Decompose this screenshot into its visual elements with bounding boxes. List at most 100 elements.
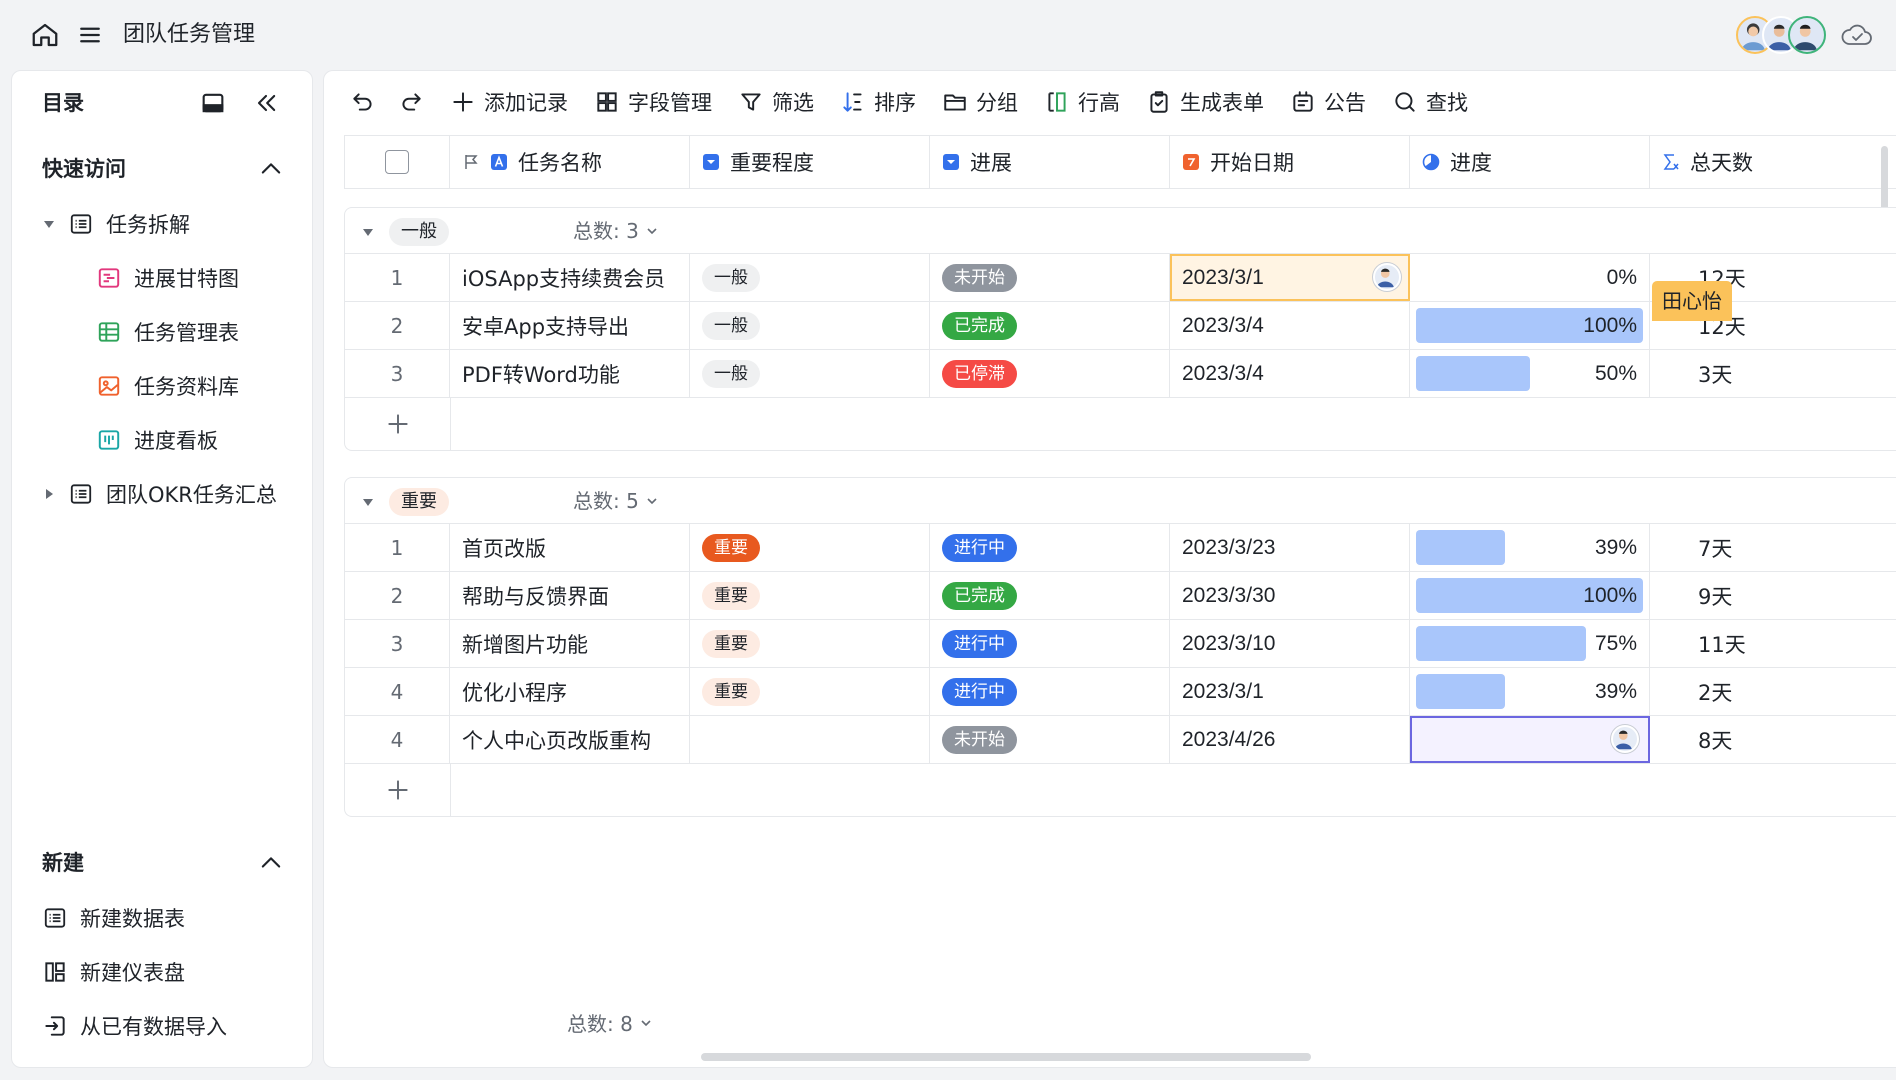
group-header[interactable]: 重要 总数: 5 xyxy=(345,478,1896,524)
table-row[interactable]: 3 新增图片功能 重要 进行中 2023/3/10 75% 11天 xyxy=(345,620,1896,668)
column-header-name[interactable]: 任务名称 xyxy=(450,136,690,188)
status-cell[interactable]: 已完成 xyxy=(930,572,1170,619)
notice-button[interactable]: 公告 xyxy=(1290,87,1366,117)
sidebar-item-kanban[interactable]: 进度看板 xyxy=(96,422,218,458)
footer-count[interactable]: 总数: 8 xyxy=(567,1008,653,1037)
start-date-cell[interactable]: 2023/3/10 xyxy=(1170,620,1410,667)
total-days-cell[interactable]: 11天 xyxy=(1650,620,1896,667)
group-button[interactable]: 分组 xyxy=(942,87,1018,117)
total-days-cell[interactable]: 3天 xyxy=(1650,350,1896,397)
total-days-cell[interactable]: 8天 xyxy=(1650,716,1896,763)
sidebar-item-task-breakdown[interactable]: 任务拆解 xyxy=(42,206,190,242)
add-record-button[interactable]: 添加记录 xyxy=(450,87,568,117)
add-row[interactable] xyxy=(345,764,1896,816)
table-row[interactable]: 4 优化小程序 重要 进行中 2023/3/1 39% 2天 xyxy=(345,668,1896,716)
importance-cell[interactable]: 一般 xyxy=(690,302,930,349)
start-date-cell[interactable]: 2023/3/23 xyxy=(1170,524,1410,571)
importance-cell[interactable]: 重要 xyxy=(690,572,930,619)
home-icon[interactable] xyxy=(30,20,60,50)
group-header[interactable]: 一般 总数: 3 xyxy=(345,208,1896,254)
importance-cell[interactable]: 重要 xyxy=(690,620,930,667)
status-cell[interactable]: 已停滞 xyxy=(930,350,1170,397)
field-manage-button[interactable]: 字段管理 xyxy=(594,87,712,117)
start-date-cell[interactable]: 2023/3/1 xyxy=(1170,254,1410,301)
import-data-item[interactable]: 从已有数据导入 xyxy=(42,1008,227,1044)
task-name-cell[interactable]: 优化小程序 xyxy=(450,668,690,715)
table-row[interactable]: 4 个人中心页改版重构 未开始 2023/4/26 8天 xyxy=(345,716,1896,764)
status-cell[interactable]: 进行中 xyxy=(930,668,1170,715)
progress-cell[interactable]: 100% xyxy=(1410,572,1650,619)
group-count[interactable]: 总数: 3 xyxy=(573,217,659,245)
horizontal-scrollbar[interactable] xyxy=(701,1053,1311,1061)
start-date-cell[interactable]: 2023/3/4 xyxy=(1170,302,1410,349)
row-height-button[interactable]: 行高 xyxy=(1044,87,1120,117)
add-row[interactable] xyxy=(345,398,1896,450)
progress-cell[interactable]: 75% xyxy=(1410,620,1650,667)
importance-cell[interactable]: 一般 xyxy=(690,254,930,301)
collapse-sidebar-icon[interactable] xyxy=(252,89,280,117)
find-button[interactable]: 查找 xyxy=(1392,87,1468,117)
undo-button[interactable] xyxy=(350,89,376,115)
status-cell[interactable]: 未开始 xyxy=(930,254,1170,301)
caret-right-icon[interactable] xyxy=(42,487,56,501)
start-date-cell[interactable]: 2023/3/4 xyxy=(1170,350,1410,397)
importance-cell[interactable] xyxy=(690,716,930,763)
total-days-cell[interactable]: 9天 xyxy=(1650,572,1896,619)
sidebar-item-task-library[interactable]: 任务资料库 xyxy=(96,368,239,404)
collaborator-avatar[interactable] xyxy=(1611,725,1639,753)
generate-form-button[interactable]: 生成表单 xyxy=(1146,87,1264,117)
importance-cell[interactable]: 重要 xyxy=(690,524,930,571)
collaborator-avatar[interactable] xyxy=(1373,263,1401,291)
select-all-checkbox[interactable] xyxy=(385,150,409,174)
progress-cell[interactable]: 0% xyxy=(1410,254,1650,301)
status-cell[interactable]: 进行中 xyxy=(930,620,1170,667)
cloud-saved-icon[interactable] xyxy=(1840,20,1874,50)
column-header-importance[interactable]: 重要程度 xyxy=(690,136,930,188)
importance-cell[interactable]: 一般 xyxy=(690,350,930,397)
task-name-cell[interactable]: 帮助与反馈界面 xyxy=(450,572,690,619)
task-name-cell[interactable]: 个人中心页改版重构 xyxy=(450,716,690,763)
chevron-up-icon[interactable] xyxy=(257,155,285,183)
sidebar-item-task-table[interactable]: 任务管理表 xyxy=(96,314,239,350)
sidebar-item-team-okr[interactable]: 团队OKR任务汇总 xyxy=(42,476,277,512)
start-date-cell[interactable]: 2023/3/1 xyxy=(1170,668,1410,715)
task-name-cell[interactable]: 新增图片功能 xyxy=(450,620,690,667)
total-days-cell[interactable]: 2天 xyxy=(1650,668,1896,715)
task-name-cell[interactable]: PDF转Word功能 xyxy=(450,350,690,397)
chevron-up-icon[interactable] xyxy=(257,849,285,877)
select-all-cell[interactable] xyxy=(345,136,450,188)
panel-icon[interactable] xyxy=(199,89,227,117)
table-row[interactable]: 1 首页改版 重要 进行中 2023/3/23 39% 7天 xyxy=(345,524,1896,572)
start-date-cell[interactable]: 2023/4/26 xyxy=(1170,716,1410,763)
column-header-progress[interactable]: 进度 xyxy=(1410,136,1650,188)
progress-cell[interactable] xyxy=(1410,716,1650,763)
create-table-item[interactable]: 新建数据表 xyxy=(42,900,185,936)
sidebar-item-gantt[interactable]: 进展甘特图 xyxy=(96,260,239,296)
avatar[interactable] xyxy=(1788,16,1826,54)
column-header-status[interactable]: 进展 xyxy=(930,136,1170,188)
progress-cell[interactable]: 39% xyxy=(1410,668,1650,715)
table-row[interactable]: 2 帮助与反馈界面 重要 已完成 2023/3/30 100% 9天 xyxy=(345,572,1896,620)
progress-cell[interactable]: 50% xyxy=(1410,350,1650,397)
collaborator-avatars[interactable] xyxy=(1736,16,1826,54)
total-days-cell[interactable]: 7天 xyxy=(1650,524,1896,571)
group-count[interactable]: 总数: 5 xyxy=(573,487,659,515)
task-name-cell[interactable]: 安卓App支持导出 xyxy=(450,302,690,349)
importance-cell[interactable]: 重要 xyxy=(690,668,930,715)
task-name-cell[interactable]: 首页改版 xyxy=(450,524,690,571)
redo-button[interactable] xyxy=(398,89,424,115)
filter-button[interactable]: 筛选 xyxy=(738,87,814,117)
menu-icon[interactable] xyxy=(75,20,105,50)
start-date-cell[interactable]: 2023/3/30 xyxy=(1170,572,1410,619)
column-header-start-date[interactable]: 开始日期 xyxy=(1170,136,1410,188)
status-cell[interactable]: 进行中 xyxy=(930,524,1170,571)
create-dashboard-item[interactable]: 新建仪表盘 xyxy=(42,954,185,990)
progress-cell[interactable]: 100% xyxy=(1410,302,1650,349)
status-cell[interactable]: 已完成 xyxy=(930,302,1170,349)
sort-button[interactable]: 排序 xyxy=(840,87,916,117)
caret-down-icon[interactable] xyxy=(42,217,56,231)
table-row[interactable]: 3 PDF转Word功能 一般 已停滞 2023/3/4 50% 3天 xyxy=(345,350,1896,398)
status-cell[interactable]: 未开始 xyxy=(930,716,1170,763)
task-name-cell[interactable]: iOSApp支持续费会员 xyxy=(450,254,690,301)
column-header-total-days[interactable]: 总天数 xyxy=(1650,136,1896,188)
